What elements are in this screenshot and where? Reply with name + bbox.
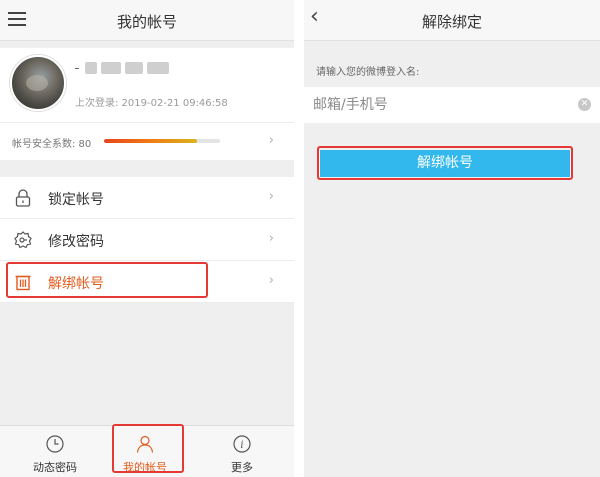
security-score-fill	[104, 139, 197, 143]
menu-item-unbind-account[interactable]: 解绑帐号 ›	[0, 261, 294, 303]
page-title: 我的帐号	[116, 13, 177, 31]
page-title: 解除绑定	[421, 13, 482, 31]
tab-my-account[interactable]: 我的帐号	[96, 426, 194, 477]
tab-label: 我的帐号	[123, 461, 167, 474]
username-prefix	[75, 68, 79, 69]
menu-item-label: 锁定帐号	[48, 192, 104, 208]
tab-label: 更多	[231, 461, 253, 474]
username-blurred	[75, 62, 170, 76]
last-login-text: 上次登录: 2019-02-21 09:46:58	[75, 98, 228, 109]
account-menu: 锁定帐号 › 修改密码 › 解绑帐号 ›	[0, 177, 294, 303]
person-icon	[136, 435, 154, 453]
top-bar: 我的帐号	[0, 0, 294, 41]
trash-icon	[15, 275, 31, 291]
menu-item-label: 解绑帐号	[48, 276, 104, 292]
unbind-screen: ‹ 解除绑定 请输入您的微博登入名: ✕ 解绑帐号	[304, 0, 600, 477]
chevron-right-icon: ›	[268, 273, 274, 288]
top-bar: ‹ 解除绑定	[304, 0, 600, 41]
profile-card: 上次登录: 2019-02-21 09:46:58	[0, 48, 294, 122]
login-name-field-row: ✕	[304, 87, 600, 123]
clear-input-icon[interactable]: ✕	[578, 98, 591, 111]
chevron-right-icon: ›	[268, 231, 274, 246]
menu-item-label: 修改密码	[48, 234, 104, 250]
chevron-right-icon: ›	[268, 133, 274, 148]
security-score-row[interactable]: 帐号安全系数: 80 ›	[0, 122, 294, 160]
security-score-label: 帐号安全系数: 80	[12, 139, 92, 150]
unbind-account-button[interactable]: 解绑帐号	[320, 150, 570, 177]
tab-label: 动态密码	[33, 461, 77, 474]
account-screen: 我的帐号 上次登录: 2019-02-21 09:46:58 帐号安全系数: 8…	[0, 0, 294, 477]
info-icon: i	[233, 435, 251, 453]
lock-icon	[15, 189, 31, 207]
tab-dynamic-password[interactable]: 动态密码	[6, 426, 104, 477]
menu-item-change-password[interactable]: 修改密码 ›	[0, 219, 294, 261]
tab-more[interactable]: i 更多	[193, 426, 291, 477]
login-name-input[interactable]	[313, 87, 563, 123]
security-score-bar	[104, 139, 220, 143]
menu-item-lock-account[interactable]: 锁定帐号 ›	[0, 177, 294, 219]
svg-text:i: i	[240, 440, 243, 451]
key-gear-icon	[14, 231, 32, 249]
input-prompt: 请输入您的微博登入名:	[316, 67, 420, 78]
clock-icon	[46, 435, 64, 453]
chevron-right-icon: ›	[268, 189, 274, 204]
bottom-tab-bar: 动态密码 我的帐号 i 更多	[0, 425, 294, 477]
avatar	[10, 55, 66, 111]
